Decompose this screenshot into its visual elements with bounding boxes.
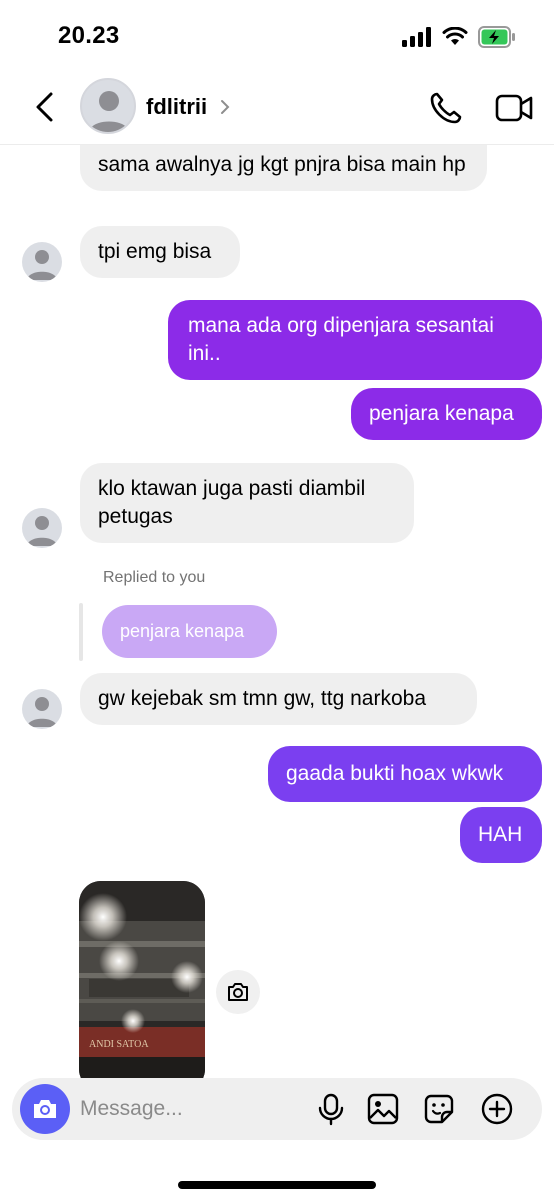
back-icon[interactable]	[28, 90, 62, 124]
message-bubble[interactable]: penjara kenapa	[351, 388, 542, 440]
camera-icon	[228, 983, 248, 1001]
microphone-icon[interactable]	[314, 1092, 348, 1126]
gallery-icon[interactable]	[366, 1092, 400, 1126]
chevron-right-icon[interactable]	[219, 98, 231, 116]
username[interactable]: fdlitrii	[146, 94, 207, 120]
share-button[interactable]	[216, 970, 260, 1014]
plus-icon[interactable]	[480, 1092, 514, 1126]
reply-bar	[79, 603, 83, 661]
phone-icon[interactable]	[428, 90, 464, 126]
status-time: 20.23	[58, 22, 120, 49]
camera-icon	[34, 1100, 56, 1118]
wifi-icon	[442, 27, 468, 45]
photo-message[interactable]: ANDI SATOA	[79, 881, 205, 1080]
default-avatar-icon	[27, 697, 57, 727]
photo-image: ANDI SATOA	[79, 881, 205, 1080]
reply-label: Replied to you	[103, 569, 206, 586]
message-bubble[interactable]: mana ada org dipenjara sesantai ini..	[168, 300, 542, 380]
status-bar: 20.23	[0, 0, 554, 72]
message-bubble[interactable]: gaada bukti hoax wkwk	[268, 746, 542, 802]
default-avatar-icon	[27, 250, 57, 280]
status-icons	[402, 26, 516, 48]
battery-icon	[478, 26, 515, 48]
message-bubble[interactable]: sama awalnya jg kgt pnjra bisa main hp	[80, 145, 487, 191]
sticker-icon[interactable]	[422, 1092, 456, 1126]
sender-avatar[interactable]	[22, 689, 62, 729]
chat-header: fdlitrii	[0, 72, 554, 144]
reply-quote[interactable]: penjara kenapa	[102, 605, 277, 658]
avatar[interactable]	[80, 78, 136, 134]
signal-icon	[402, 27, 431, 47]
video-camera-icon[interactable]	[494, 90, 534, 126]
message-bubble[interactable]: klo ktawan juga pasti diambil petugas	[80, 463, 414, 543]
default-avatar-icon	[89, 91, 129, 132]
camera-button[interactable]	[20, 1084, 70, 1134]
message-input[interactable]	[80, 1094, 300, 1124]
message-composer	[12, 1078, 542, 1140]
default-avatar-icon	[27, 516, 57, 546]
sender-avatar[interactable]	[22, 242, 62, 282]
sender-avatar[interactable]	[22, 508, 62, 548]
home-indicator	[178, 1181, 376, 1189]
message-list[interactable]: sama awalnya jg kgt pnjra bisa main hp t…	[0, 145, 554, 1080]
message-bubble[interactable]: tpi emg bisa	[80, 226, 240, 278]
message-bubble[interactable]: gw kejebak sm tmn gw, ttg narkoba	[80, 673, 477, 725]
sign-text: ANDI SATOA	[89, 1039, 149, 1050]
message-bubble[interactable]: HAH	[460, 807, 542, 863]
